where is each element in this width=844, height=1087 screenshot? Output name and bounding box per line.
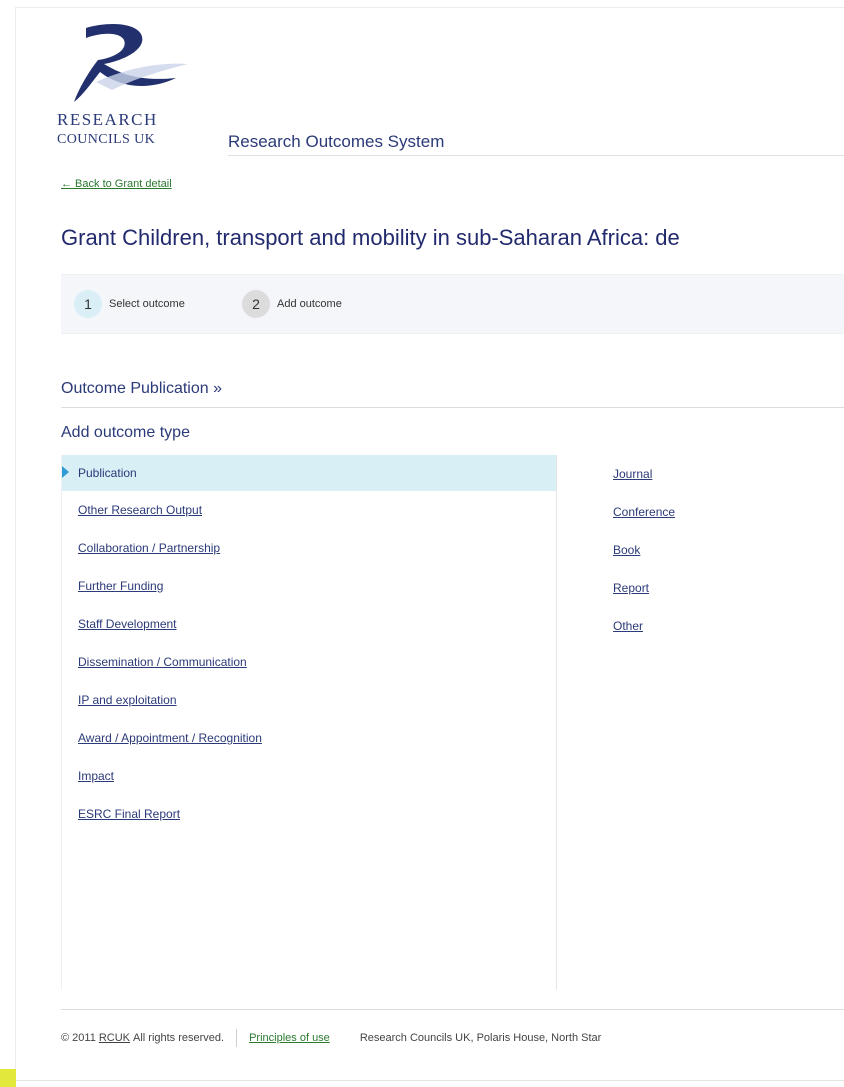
step-add-outcome: 2 Add outcome [242,290,342,318]
back-to-grant-link[interactable]: ← Back to Grant detail [61,178,172,190]
rcuk-logo-icon [74,24,188,102]
publication-subtype-list: Journal Conference Book Report Other [581,455,844,645]
outcome-type-award[interactable]: Award / Appointment / Recognition [62,719,556,757]
step-number-2: 2 [242,290,270,318]
add-outcome-type-heading: Add outcome type [61,424,190,441]
section-divider [61,407,844,408]
footer-address: Research Councils UK, Polaris House, Nor… [359,1032,602,1044]
step-number-1: 1 [74,290,102,318]
outcome-type-list: Publication Other Research Output Collab… [61,455,557,990]
outcome-type-panel: Publication Other Research Output Collab… [61,455,844,992]
outcome-type-dissemination[interactable]: Dissemination / Communication [62,643,556,681]
outcome-type-collaboration[interactable]: Collaboration / Partnership [62,529,556,567]
principles-of-use-link[interactable]: Principles of use [249,1032,330,1044]
steps-progress-bar: 1 Select outcome 2 Add outcome [61,274,844,334]
outcome-type-staff-development[interactable]: Staff Development [62,605,556,643]
corner-marker [0,1069,16,1087]
outcome-type-impact[interactable]: Impact [62,757,556,795]
footer-separator [236,1029,238,1047]
step-label-1: Select outcome [109,298,185,310]
outcome-type-ip-exploitation[interactable]: IP and exploitation [62,681,556,719]
outcome-type-other-research-output[interactable]: Other Research Output [62,491,556,529]
copyright-suffix: All rights reserved. [133,1032,225,1044]
rcuk-link[interactable]: RCUK [99,1032,130,1044]
subtype-report[interactable]: Report [581,569,844,607]
copyright-prefix: © 2011 [61,1032,96,1044]
step-label-2: Add outcome [277,298,342,310]
logo-line-1: RESEARCH [57,110,158,129]
outcome-type-label: Publication [78,466,137,480]
footer: © 2011 RCUK All rights reserved. Princip… [61,1029,601,1047]
footer-divider [61,1009,844,1010]
selected-pointer-icon [62,466,69,478]
outcome-type-publication[interactable]: Publication [62,455,556,491]
subtype-journal[interactable]: Journal [581,455,844,493]
header-divider [228,155,844,156]
system-title: Research Outcomes System [228,132,445,151]
subtype-other[interactable]: Other [581,607,844,645]
page-frame: RESEARCH COUNCILS UK Research Outcomes S… [15,7,844,1081]
subtype-book[interactable]: Book [581,531,844,569]
step-select-outcome: 1 Select outcome [74,290,185,318]
page-title: Grant Children, transport and mobility i… [61,225,680,250]
outcome-type-esrc-final-report[interactable]: ESRC Final Report [62,795,556,833]
section-heading: Outcome Publication » [61,380,222,397]
logo-line-2: COUNCILS UK [57,132,156,147]
outcome-type-further-funding[interactable]: Further Funding [62,567,556,605]
subtype-conference[interactable]: Conference [581,493,844,531]
